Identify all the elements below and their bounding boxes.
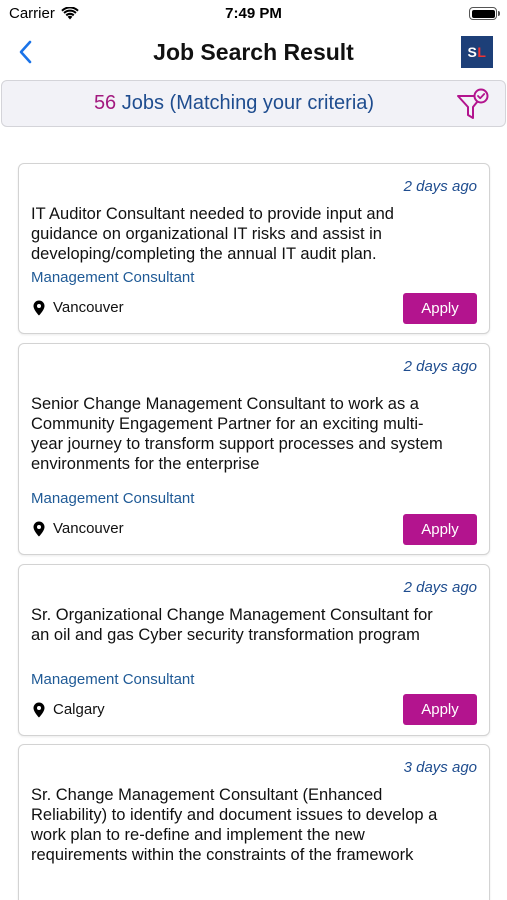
job-title: Sr. Organizational Change Management Con… [31, 606, 433, 644]
job-title: Senior Change Management Consultant to w… [31, 395, 443, 473]
logo-letter: S [467, 44, 478, 60]
apply-button[interactable]: Apply [403, 694, 477, 725]
status-bar: Carrier 7:49 PM [0, 0, 507, 28]
location-pin-icon [33, 702, 45, 717]
logo-accent-letter: L [477, 44, 487, 60]
job-location: Vancouver [33, 520, 124, 537]
job-category: Management Consultant [31, 490, 195, 507]
apply-button[interactable]: Apply [403, 514, 477, 545]
location-pin-icon [33, 521, 45, 536]
page-title: Job Search Result [153, 39, 354, 65]
posted-time: 2 days ago [403, 358, 477, 375]
job-location: Vancouver [33, 299, 124, 316]
posted-time: 3 days ago [403, 759, 477, 776]
filter-icon [457, 88, 489, 119]
results-summary: 56 Jobs (Matching your criteria) [2, 92, 466, 115]
battery-icon [469, 7, 500, 20]
job-card[interactable]: 2 days ago IT Auditor Consultant needed … [18, 163, 490, 334]
location-pin-icon [33, 300, 45, 315]
job-title: IT Auditor Consultant needed to provide … [31, 205, 394, 263]
status-time: 7:49 PM [225, 5, 282, 22]
job-category: Management Consultant [31, 671, 195, 688]
results-count: 56 [93, 92, 117, 114]
job-location: Calgary [33, 701, 105, 718]
location-label: Vancouver [53, 299, 124, 316]
apply-button[interactable]: Apply [403, 293, 477, 324]
job-card[interactable]: 2 days ago Senior Change Management Cons… [18, 343, 490, 555]
location-label: Vancouver [53, 520, 124, 537]
job-card[interactable]: 2 days ago Sr. Organizational Change Man… [18, 564, 490, 736]
results-header: 56 Jobs (Matching your criteria) [1, 80, 506, 127]
nav-bar: Job Search Result SL [0, 28, 507, 76]
filter-button[interactable] [455, 87, 491, 123]
app-logo[interactable]: SL [461, 36, 493, 68]
location-label: Calgary [53, 701, 105, 718]
results-label: Jobs (Matching your criteria) [121, 92, 375, 114]
job-title: Sr. Change Management Consultant (Enhanc… [31, 786, 438, 864]
job-category: Management Consultant [31, 269, 195, 286]
posted-time: 2 days ago [403, 178, 477, 195]
job-card[interactable]: 3 days ago Sr. Change Management Consult… [18, 744, 490, 900]
posted-time: 2 days ago [403, 579, 477, 596]
